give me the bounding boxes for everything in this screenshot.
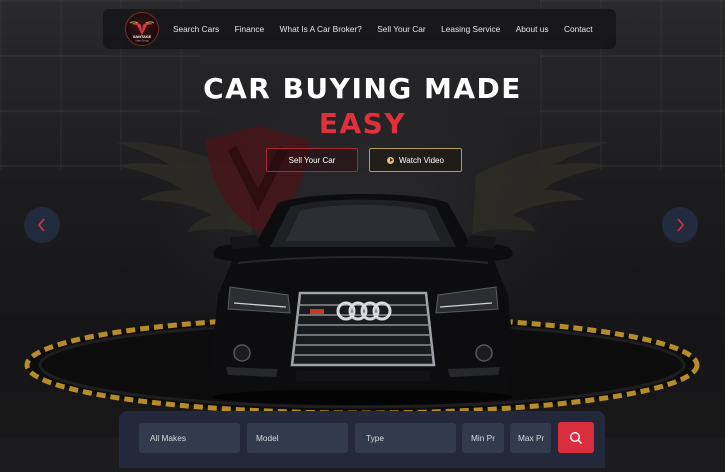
brand-logo-mark: VANTAGE Auto Group bbox=[129, 21, 155, 43]
search-icon bbox=[569, 431, 583, 444]
top-navigation: VANTAGE Auto Group Search Cars Finance W… bbox=[103, 9, 616, 49]
sell-your-car-button[interactable]: Sell Your Car bbox=[266, 148, 358, 172]
type-select-value: Type bbox=[366, 433, 384, 443]
hero-section: VANTAGE Auto Group Search Cars Finance W… bbox=[0, 0, 725, 472]
nav-menu: Search Cars Finance What Is A Car Broker… bbox=[173, 24, 593, 34]
carousel-prev-button[interactable] bbox=[24, 207, 60, 243]
makes-select-value: All Makes bbox=[150, 433, 186, 443]
nav-item-about-us[interactable]: About us bbox=[516, 24, 549, 34]
hero-title-line-1: CAR BUYING MADE bbox=[203, 72, 522, 105]
nav-item-leasing-service[interactable]: Leasing Service bbox=[441, 24, 500, 34]
max-price-select-value: Max Pr bbox=[518, 433, 545, 443]
chevron-left-icon bbox=[37, 218, 45, 232]
model-select[interactable]: Model bbox=[247, 423, 348, 453]
nav-item-sell-your-car[interactable]: Sell Your Car bbox=[377, 24, 425, 34]
brand-logo-text: VANTAGE bbox=[133, 35, 152, 39]
car-image bbox=[212, 194, 514, 405]
model-select-value: Model bbox=[256, 433, 279, 443]
type-select[interactable]: Type bbox=[355, 423, 456, 453]
car-search-bar: All Makes Model Type Min Pr Max Pr bbox=[119, 411, 605, 468]
play-icon bbox=[387, 156, 395, 164]
nav-item-car-broker[interactable]: What Is A Car Broker? bbox=[280, 24, 362, 34]
nav-item-contact[interactable]: Contact bbox=[564, 24, 593, 34]
max-price-select[interactable]: Max Pr bbox=[510, 423, 551, 453]
brand-logo-subtext: Auto Group bbox=[135, 40, 149, 43]
brand-logo[interactable]: VANTAGE Auto Group bbox=[125, 12, 159, 46]
watch-video-button-label: Watch Video bbox=[399, 155, 444, 165]
carousel-next-button[interactable] bbox=[662, 207, 698, 243]
min-price-select-value: Min Pr bbox=[471, 433, 495, 443]
makes-select[interactable]: All Makes bbox=[139, 423, 240, 453]
sell-your-car-button-label: Sell Your Car bbox=[288, 155, 336, 165]
hero-title-line-2: EASY bbox=[318, 107, 407, 140]
nav-item-search-cars[interactable]: Search Cars bbox=[173, 24, 219, 34]
min-price-select[interactable]: Min Pr bbox=[462, 423, 504, 453]
watch-video-button[interactable]: Watch Video bbox=[369, 148, 462, 172]
chevron-right-icon bbox=[677, 218, 685, 232]
search-button[interactable] bbox=[558, 422, 594, 453]
nav-item-finance[interactable]: Finance bbox=[235, 24, 265, 34]
